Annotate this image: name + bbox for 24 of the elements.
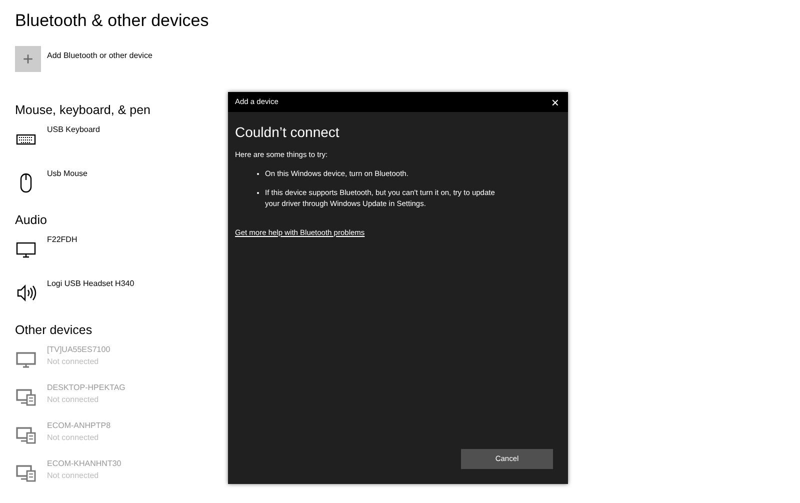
device-status: Not connected xyxy=(47,394,100,406)
device-status: Not connected xyxy=(47,432,100,444)
section-heading: Other devices xyxy=(15,322,92,338)
computer-icon xyxy=(15,462,37,484)
device-name: ECOM-ANHPTP8 xyxy=(47,420,111,432)
device-name: Logi USB Headset H340 xyxy=(47,278,134,290)
close-button[interactable]: × xyxy=(549,96,561,108)
add-device-button[interactable]: + Add Bluetooth or other device xyxy=(15,46,152,72)
page-title: Bluetooth & other devices xyxy=(15,10,210,32)
device-status: Not connected xyxy=(47,356,100,368)
device-name: Usb Mouse xyxy=(47,168,88,180)
device-name: [TV]UA55ES7100 xyxy=(47,344,110,356)
device-name: USB Keyboard xyxy=(47,124,100,136)
device-status: Not connected xyxy=(47,470,100,482)
device-name: ECOM-KHANHNT30 xyxy=(47,458,122,470)
computer-icon xyxy=(15,424,37,446)
section-heading: Audio xyxy=(15,212,47,228)
device-name: F22FDH xyxy=(47,234,78,246)
computer-icon xyxy=(15,386,37,408)
device-name: DESKTOP-HPEKTAG xyxy=(47,382,126,394)
section-heading: Mouse, keyboard, & pen xyxy=(15,102,150,118)
dialog-heading: Couldn’t connect xyxy=(235,124,340,141)
plus-icon: + xyxy=(15,46,41,72)
speaker-icon xyxy=(15,282,37,304)
